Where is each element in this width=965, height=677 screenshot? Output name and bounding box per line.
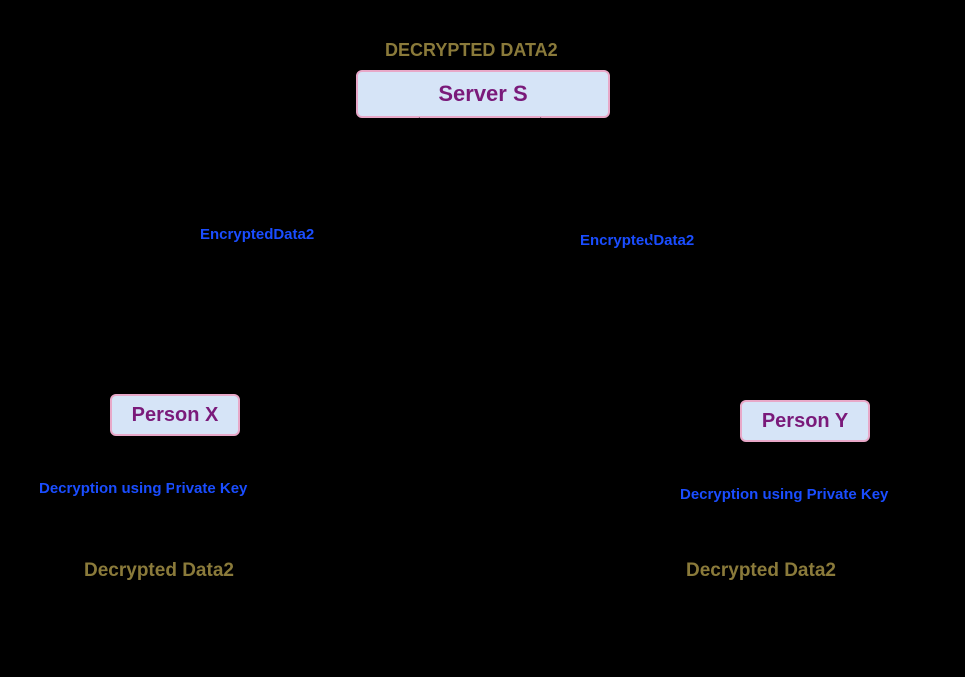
caption-x-decrypt: Decryption using Private Key <box>39 480 247 497</box>
caption-y-decrypt: Decryption using Private Key <box>680 486 888 503</box>
arrow-server-to-x <box>182 118 420 390</box>
node-person-y: Person Y <box>740 400 870 442</box>
node-server: Server S <box>356 70 610 118</box>
node-person-x: Person X <box>110 394 240 436</box>
edge-label-left: EncryptedData2 <box>200 226 314 243</box>
arrow-server-to-y <box>540 118 793 396</box>
caption-x-result: Decrypted Data2 <box>84 560 234 582</box>
edge-label-right: EncryptedData2 <box>580 232 694 249</box>
diagram-title: DECRYPTED DATA2 <box>385 40 558 61</box>
caption-y-result: Decrypted Data2 <box>686 560 836 582</box>
